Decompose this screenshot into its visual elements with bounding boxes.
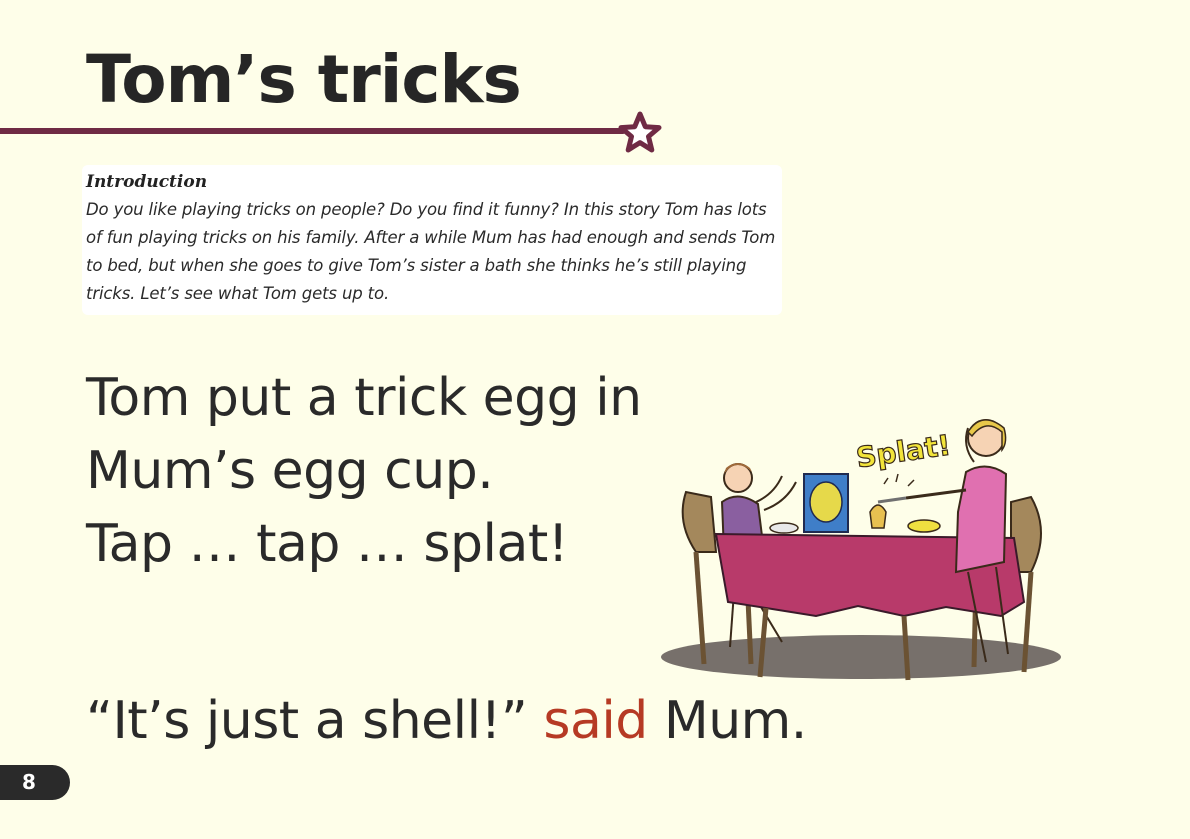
story-line: Tap … tap … splat!: [86, 514, 569, 574]
dialogue-speaker: Mum.: [663, 691, 808, 751]
title-rule: [0, 128, 626, 134]
breakfast-table-illustration: Splat!: [661, 419, 1061, 681]
introduction-heading: Introduction: [86, 172, 208, 192]
dialogue-said-word: said: [543, 691, 648, 751]
introduction-box: Introduction Do you like playing tricks …: [82, 165, 782, 315]
introduction-text: Do you like playing tricks on people? Do…: [86, 200, 776, 303]
page-number: 8: [0, 765, 70, 800]
page-title: Tom’s tricks: [86, 41, 522, 118]
dialogue-quote: “It’s just a shell!”: [86, 691, 528, 751]
story-line: Mum’s egg cup.: [86, 441, 494, 501]
dialogue-line: “It’s just a shell!” said Mum.: [86, 688, 807, 754]
star-icon: [618, 111, 662, 153]
story-text: Tom put a trick egg in Mum’s egg cup. Ta…: [86, 362, 642, 581]
splat-sound-effect: Splat!: [854, 429, 953, 475]
story-line: Tom put a trick egg in: [86, 368, 642, 428]
